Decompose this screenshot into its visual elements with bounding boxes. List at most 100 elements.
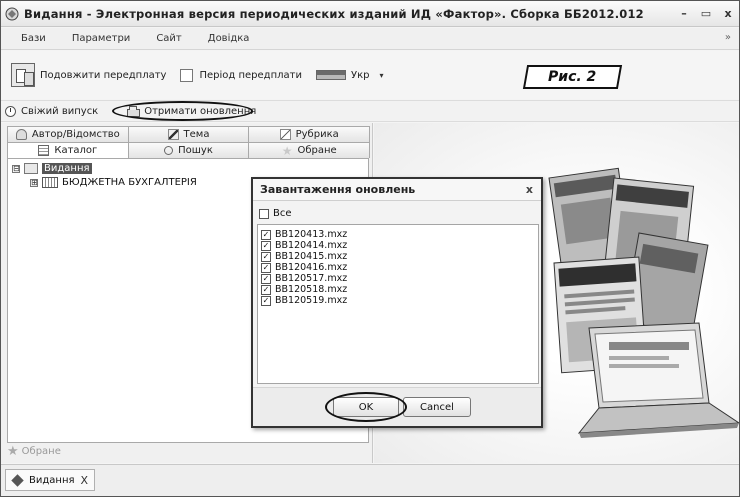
publication-icon	[42, 177, 58, 188]
close-tab-icon[interactable]: X	[81, 474, 89, 487]
collapse-icon[interactable]: ⊟	[12, 164, 20, 173]
menu-bar: Бази Параметри Сайт Довідка »	[1, 28, 739, 50]
document-tab-publications[interactable]: Видання X	[5, 469, 96, 491]
file-checkbox[interactable]: ✓	[261, 262, 271, 273]
get-updates-button[interactable]: Отримати оновлення	[126, 106, 256, 117]
pencil-icon	[279, 129, 291, 140]
file-checkbox[interactable]: ✓	[261, 295, 271, 306]
tab-theme-label: Тема	[183, 129, 210, 140]
tab-theme[interactable]: Тема	[127, 126, 250, 142]
dialog-footer: OK Cancel	[253, 387, 541, 426]
list-item[interactable]: ✓ BB120517.mxz	[261, 273, 347, 284]
language-flag-icon	[315, 70, 346, 80]
ok-button[interactable]: OK	[333, 397, 399, 417]
search-icon	[164, 146, 174, 155]
close-button[interactable]: x	[723, 7, 733, 20]
file-name: BB120518.mxz	[275, 284, 348, 295]
star-icon: ★	[7, 444, 19, 459]
menu-item-bases[interactable]: Бази	[21, 33, 46, 44]
action-bar: Свіжий випуск Отримати оновлення	[1, 100, 739, 122]
tab-author-label: Автор/Відомство	[31, 129, 120, 140]
tab-rubric-label: Рубрика	[295, 129, 339, 140]
list-item[interactable]: ✓ BB120413.mxz	[261, 229, 347, 240]
tab-catalog[interactable]: Каталог	[7, 142, 129, 158]
tabs-row-top: Автор/Відомство Тема Рубрика	[7, 126, 371, 142]
dialog-title-bar: Завантаження оновлень x	[253, 179, 541, 201]
update-icon	[126, 106, 141, 117]
subscription-period-button[interactable]: Період передплати	[180, 68, 302, 82]
file-name: BB120414.mxz	[275, 240, 348, 251]
tree-item-budget-accounting[interactable]: ⊞ БЮДЖЕТНА БУХГАЛТЕРІЯ	[30, 177, 197, 188]
download-updates-dialog: Завантаження оновлень x Все ✓ BB120413.m…	[251, 177, 543, 428]
favorites-bar[interactable]: ★ Обране	[7, 444, 61, 459]
list-item[interactable]: ✓ BB120519.mxz	[261, 295, 347, 306]
tree-root-label: Видання	[42, 163, 92, 174]
get-updates-label: Отримати оновлення	[144, 105, 257, 117]
window-controls: – ▭ x	[679, 7, 733, 20]
select-all-checkbox-row[interactable]: Все	[259, 208, 292, 219]
tree-child-label: БЮДЖЕТНА БУХГАЛТЕРІЯ	[62, 177, 197, 188]
file-name: BB120517.mxz	[275, 273, 348, 284]
tab-favorites[interactable]: ★ Обране	[248, 142, 371, 158]
expand-icon[interactable]: ⊞	[30, 178, 38, 187]
tab-catalog-label: Каталог	[54, 145, 98, 156]
minimize-button[interactable]: –	[679, 7, 689, 20]
tab-rubric[interactable]: Рубрика	[248, 126, 371, 142]
tab-author[interactable]: Автор/Відомство	[7, 126, 129, 142]
subscription-icon	[11, 63, 35, 87]
brush-icon	[167, 129, 179, 140]
figure-label-text: Рис. 2	[548, 69, 597, 85]
star-icon: ★	[281, 143, 293, 158]
select-all-label: Все	[273, 208, 292, 219]
cancel-button[interactable]: Cancel	[403, 397, 471, 417]
maximize-button[interactable]: ▭	[701, 7, 711, 20]
chevron-down-icon: ▾	[379, 70, 384, 80]
list-item[interactable]: ✓ BB120416.mxz	[261, 262, 347, 273]
toolbar: Подовжити передплату Період передплати У…	[1, 51, 739, 99]
file-checkbox[interactable]: ✓	[261, 251, 271, 262]
fresh-issue-label: Свіжий випуск	[21, 105, 99, 117]
tab-search[interactable]: Пошук	[127, 142, 250, 158]
extend-subscription-button[interactable]: Подовжити передплату	[11, 63, 166, 87]
figure-label: Рис. 2	[522, 65, 623, 89]
fresh-issue-button[interactable]: Свіжий випуск	[5, 105, 99, 117]
tree-item-root[interactable]: ⊟ Видання	[12, 163, 92, 174]
menu-item-site[interactable]: Сайт	[156, 33, 181, 44]
list-item[interactable]: ✓ BB120414.mxz	[261, 240, 347, 251]
menu-item-help[interactable]: Довідка	[208, 33, 250, 44]
dialog-close-icon[interactable]: x	[526, 183, 533, 196]
clock-icon	[5, 105, 16, 117]
author-icon	[15, 129, 27, 140]
file-name: BB120413.mxz	[275, 229, 348, 240]
language-label: Укр	[350, 69, 370, 81]
language-selector[interactable]: Укр ▾	[315, 69, 384, 81]
tab-favorites-label: Обране	[297, 145, 337, 156]
menu-item-parameters[interactable]: Параметри	[72, 33, 131, 44]
app-window: Видання - Электронная версия периодическ…	[0, 0, 740, 497]
file-checkbox[interactable]: ✓	[261, 284, 271, 295]
file-name: BB120416.mxz	[275, 262, 348, 273]
subscription-period-label: Період передплати	[199, 69, 302, 81]
ribbon-collapse-icon[interactable]: »	[725, 32, 731, 43]
catalog-icon	[38, 145, 50, 156]
title-bar: Видання - Электронная версия периодическ…	[1, 1, 739, 27]
list-item[interactable]: ✓ BB120415.mxz	[261, 251, 347, 262]
document-tab-bar: Видання X	[1, 464, 739, 496]
select-all-checkbox[interactable]	[259, 208, 269, 219]
folder-icon	[24, 163, 38, 174]
file-checkbox[interactable]: ✓	[261, 273, 271, 284]
file-name: BB120519.mxz	[275, 295, 348, 306]
extend-subscription-label: Подовжити передплату	[40, 69, 167, 81]
favorites-label: Обране	[21, 446, 61, 457]
file-checkbox[interactable]: ✓	[261, 240, 271, 251]
list-item[interactable]: ✓ BB120518.mxz	[261, 284, 347, 295]
dialog-title: Завантаження оновлень	[260, 183, 416, 196]
calendar-icon	[180, 68, 194, 82]
update-file-list: ✓ BB120413.mxz ✓ BB120414.mxz ✓ BB120415…	[257, 224, 539, 384]
app-logo-icon	[5, 7, 19, 20]
document-tab-label: Видання	[29, 474, 75, 486]
file-checkbox[interactable]: ✓	[261, 229, 271, 240]
tabs-row-bottom: Каталог Пошук ★ Обране	[7, 142, 371, 158]
tab-search-label: Пошук	[178, 145, 213, 156]
window-title: Видання - Электронная версия периодическ…	[24, 6, 644, 21]
